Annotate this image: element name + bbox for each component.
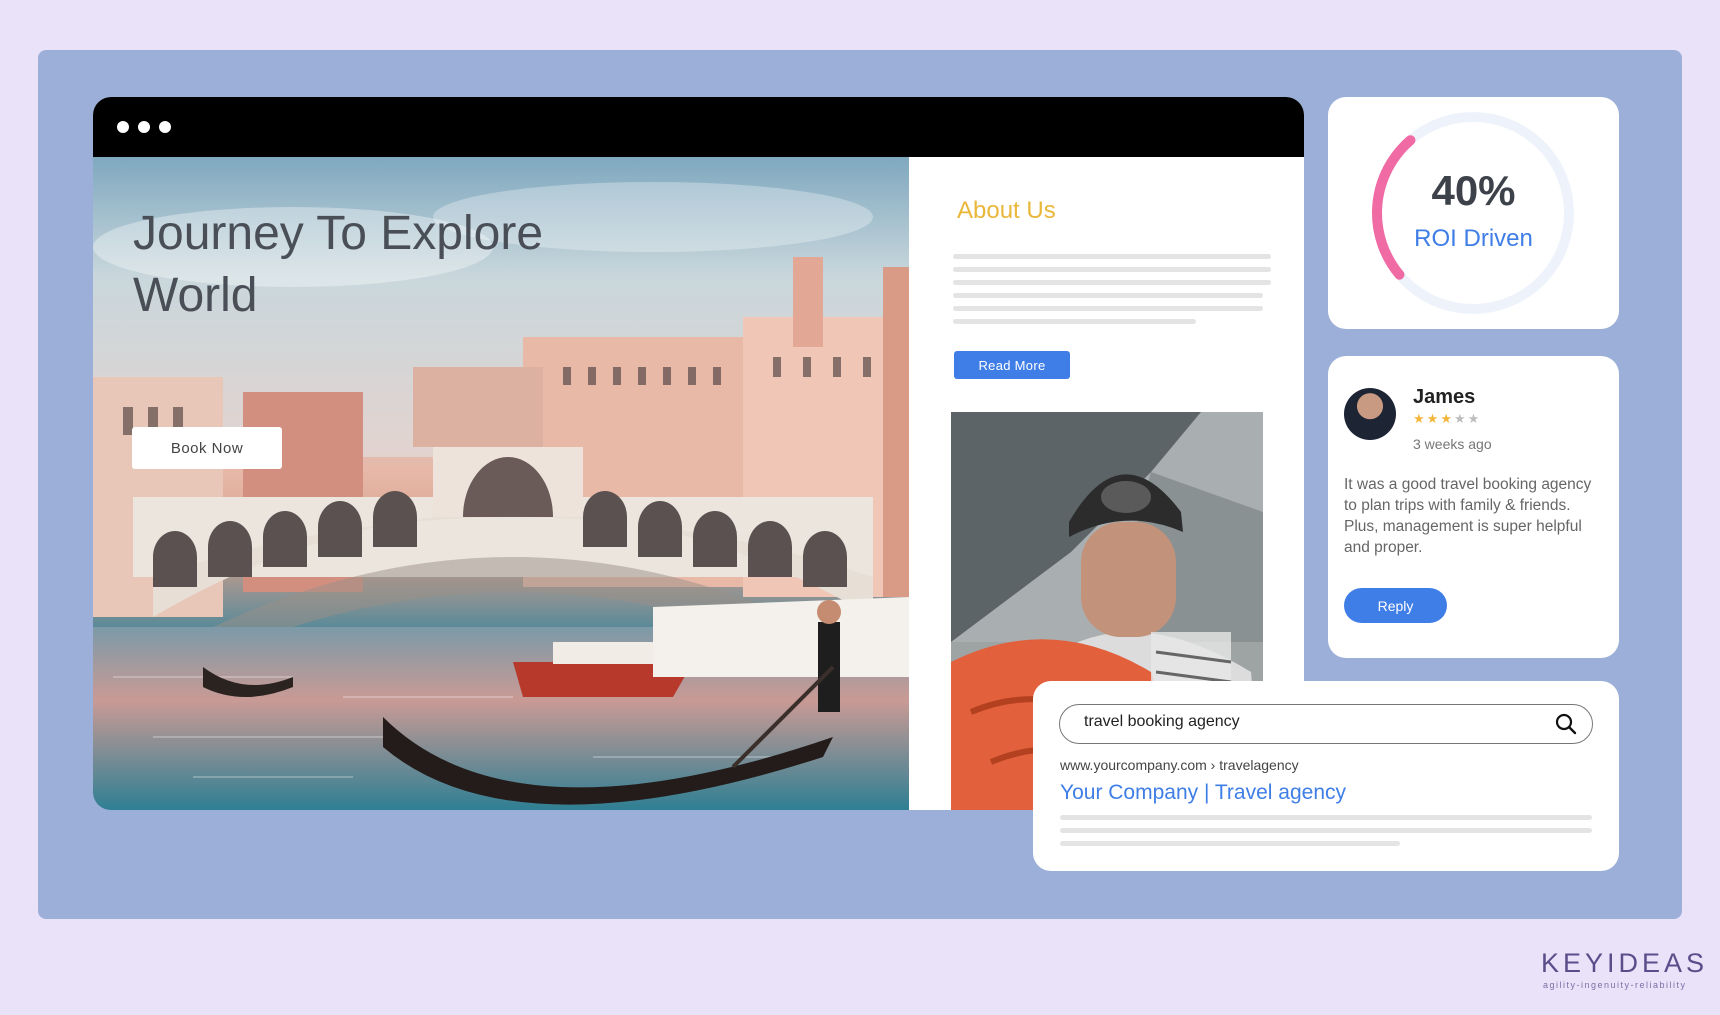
placeholder-text-line	[953, 254, 1271, 259]
placeholder-text-line	[1060, 841, 1400, 846]
window-dot-icon	[138, 121, 150, 133]
star-icon: ★	[1467, 412, 1482, 427]
review-timestamp: 3 weeks ago	[1413, 436, 1492, 452]
hero-title: Journey To Explore World	[133, 207, 544, 322]
star-icon: ★	[1426, 412, 1441, 427]
placeholder-text-line	[953, 306, 1263, 311]
review-card: James ★★★★★ 3 weeks ago It was a good tr…	[1328, 356, 1619, 658]
placeholder-text-line	[953, 319, 1196, 324]
reviewer-name: James	[1413, 386, 1476, 408]
placeholder-text-line	[1060, 828, 1592, 833]
roi-card: 40% ROI Driven	[1328, 97, 1619, 329]
avatar	[1344, 388, 1396, 440]
search-result-card: www.yourcompany.com › travelagency Your …	[1033, 681, 1619, 871]
window-dot-icon	[159, 121, 171, 133]
roi-percentage: 40%	[1431, 167, 1516, 214]
read-more-button[interactable]: Read More	[954, 351, 1070, 379]
hero-venice-image: Journey To Explore World Book Now	[93, 157, 909, 810]
star-icon: ★	[1413, 412, 1427, 427]
star-icon: ★	[1453, 412, 1468, 427]
rating-stars: ★★★★★	[1413, 412, 1481, 427]
review-text: It was a good travel booking agency to p…	[1344, 476, 1592, 556]
window-dot-icon	[117, 121, 129, 133]
browser-titlebar	[93, 97, 1304, 157]
placeholder-text-line	[953, 293, 1263, 298]
reply-button[interactable]: Reply	[1344, 588, 1447, 623]
placeholder-text-line	[953, 267, 1271, 272]
result-url: www.yourcompany.com › travelagency	[1060, 757, 1299, 773]
book-now-button[interactable]: Book Now	[132, 427, 282, 469]
roi-label: ROI Driven	[1414, 225, 1533, 252]
logo-tagline: agility-ingenuity-reliability	[1543, 980, 1687, 990]
placeholder-text-line	[1060, 815, 1592, 820]
result-title-link[interactable]: Your Company | Travel agency	[1060, 781, 1346, 805]
keyideas-logo: KEYIDEAS	[1541, 948, 1709, 978]
placeholder-text-line	[953, 280, 1271, 285]
about-heading: About Us	[957, 197, 1056, 224]
search-icon[interactable]	[1554, 712, 1578, 736]
star-icon: ★	[1440, 412, 1454, 427]
search-input[interactable]	[1084, 713, 1524, 731]
search-box	[1059, 704, 1593, 744]
